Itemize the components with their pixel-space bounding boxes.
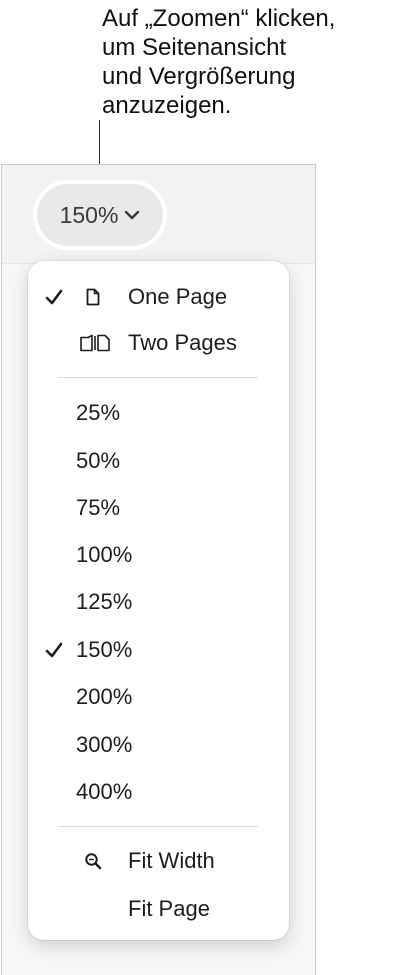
menu-item-fit-page[interactable]: Fit Page bbox=[28, 889, 289, 929]
zoom-menu: One Page Two Pages 25% 50% 75% 100% 125%… bbox=[28, 261, 289, 940]
menu-item-label: Fit Page bbox=[128, 896, 210, 921]
menu-item-zoom-25[interactable]: 25% bbox=[28, 393, 289, 433]
menu-item-label: 125% bbox=[76, 589, 133, 614]
menu-item-label: 150% bbox=[76, 637, 133, 662]
menu-item-label: 200% bbox=[76, 684, 133, 709]
menu-item-zoom-400[interactable]: 400% bbox=[28, 772, 289, 812]
menu-item-label: 75% bbox=[76, 495, 121, 520]
menu-item-label: 400% bbox=[76, 779, 133, 804]
callout-line: und Vergrößerung bbox=[102, 63, 296, 90]
menu-item-zoom-150[interactable]: 150% bbox=[28, 630, 289, 670]
menu-item-label: 50% bbox=[76, 448, 121, 473]
menu-separator bbox=[58, 377, 258, 378]
menu-item-label: 300% bbox=[76, 732, 133, 757]
chevron-down-icon bbox=[125, 210, 140, 220]
callout-text: Auf „Zoomen“ klicken, um Seitenansicht u… bbox=[102, 4, 407, 120]
menu-item-zoom-50[interactable]: 50% bbox=[28, 441, 289, 481]
menu-item-fit-width[interactable]: Fit Width bbox=[28, 841, 289, 881]
toolbar: 150% bbox=[2, 165, 315, 264]
zoom-button[interactable]: 150% bbox=[37, 184, 163, 246]
callout-line: Auf „Zoomen“ klicken, bbox=[102, 5, 336, 32]
magnifier-icon bbox=[85, 853, 102, 870]
menu-item-zoom-125[interactable]: 125% bbox=[28, 582, 289, 622]
menu-item-zoom-200[interactable]: 200% bbox=[28, 677, 289, 717]
menu-item-label: One Page bbox=[128, 284, 228, 309]
checkmark-icon bbox=[45, 289, 63, 305]
menu-item-zoom-100[interactable]: 100% bbox=[28, 535, 289, 575]
callout-line: anzuzeigen. bbox=[102, 92, 232, 119]
menu-item-one-page[interactable]: One Page bbox=[28, 277, 289, 317]
menu-item-two-pages[interactable]: Two Pages bbox=[28, 323, 289, 363]
menu-item-zoom-75[interactable]: 75% bbox=[28, 488, 289, 528]
two-pages-icon bbox=[80, 334, 110, 352]
menu-item-label: 100% bbox=[76, 542, 133, 567]
menu-item-zoom-300[interactable]: 300% bbox=[28, 725, 289, 765]
zoom-value: 150% bbox=[59, 201, 119, 228]
single-page-icon bbox=[86, 288, 100, 306]
menu-item-label: Two Pages bbox=[128, 330, 237, 355]
menu-item-label: 25% bbox=[76, 400, 121, 425]
checkmark-icon bbox=[45, 642, 63, 658]
menu-item-label: Fit Width bbox=[128, 848, 215, 873]
menu-separator bbox=[58, 826, 258, 827]
callout-line: um Seitenansicht bbox=[102, 34, 287, 61]
